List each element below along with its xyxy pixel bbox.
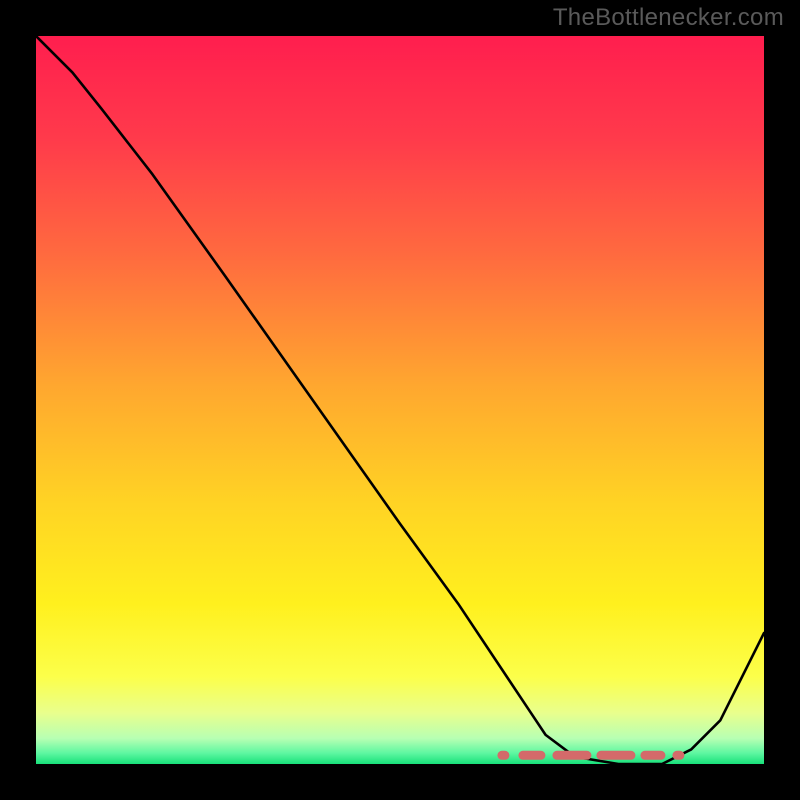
chart-svg (36, 36, 764, 764)
plot-area (36, 36, 764, 764)
watermark-text: TheBottlenecker.com (553, 4, 784, 32)
chart-container: TheBottlenecker.com (0, 0, 800, 800)
gradient-background (36, 36, 764, 764)
